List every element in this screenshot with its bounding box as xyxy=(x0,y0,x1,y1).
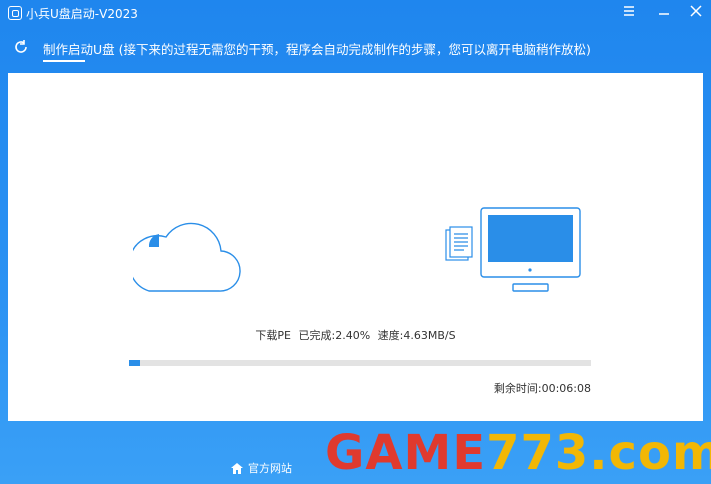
task-label: 下载PE xyxy=(255,329,291,342)
step-title: 制作启动U盘 (接下来的过程无需您的干预，程序会自动完成制作的步骤，您可以离开电… xyxy=(43,42,591,57)
official-site-label: 官方网站 xyxy=(248,462,292,475)
monitor-icon xyxy=(480,207,581,292)
progress-status: 下载PE 已完成:2.40% 速度:4.63MB/S xyxy=(8,327,703,343)
app-window: 小兵U盘启动-V2023 制作启动U盘 (接下来的过程无需您的干预，程序会自动完… xyxy=(0,0,711,484)
download-speed: 速度:4.63MB/S xyxy=(377,329,456,342)
progress-bar-fill xyxy=(129,360,141,366)
watermark-part2: 773.com xyxy=(486,425,711,481)
refresh-icon xyxy=(15,40,27,53)
official-site-link[interactable]: 官方网站 xyxy=(231,460,292,476)
watermark-part1: GAME xyxy=(325,425,487,481)
close-icon[interactable] xyxy=(686,4,706,22)
window-title: 小兵U盘启动-V2023 xyxy=(26,7,138,21)
remaining-time: 剩余时间:00:06:08 xyxy=(493,382,591,395)
step-header: 制作启动U盘 (接下来的过程无需您的干预，程序会自动完成制作的步骤，您可以离开电… xyxy=(0,30,711,64)
progress-bar xyxy=(129,360,591,366)
app-logo-icon xyxy=(8,6,22,20)
home-icon xyxy=(231,462,243,474)
progress-panel: 下载PE 已完成:2.40% 速度:4.63MB/S 剩余时间:00:06:08 xyxy=(8,73,703,421)
cloud-icon xyxy=(133,222,241,292)
minimize-icon[interactable] xyxy=(654,4,674,22)
completed-percent: 已完成:2.40% xyxy=(298,329,371,342)
menu-icon[interactable] xyxy=(619,4,639,22)
step-title-underline xyxy=(43,60,85,62)
title-bar: 小兵U盘启动-V2023 xyxy=(0,0,711,28)
watermark-logo: GAME773.com xyxy=(325,425,711,481)
document-icon xyxy=(445,226,473,261)
